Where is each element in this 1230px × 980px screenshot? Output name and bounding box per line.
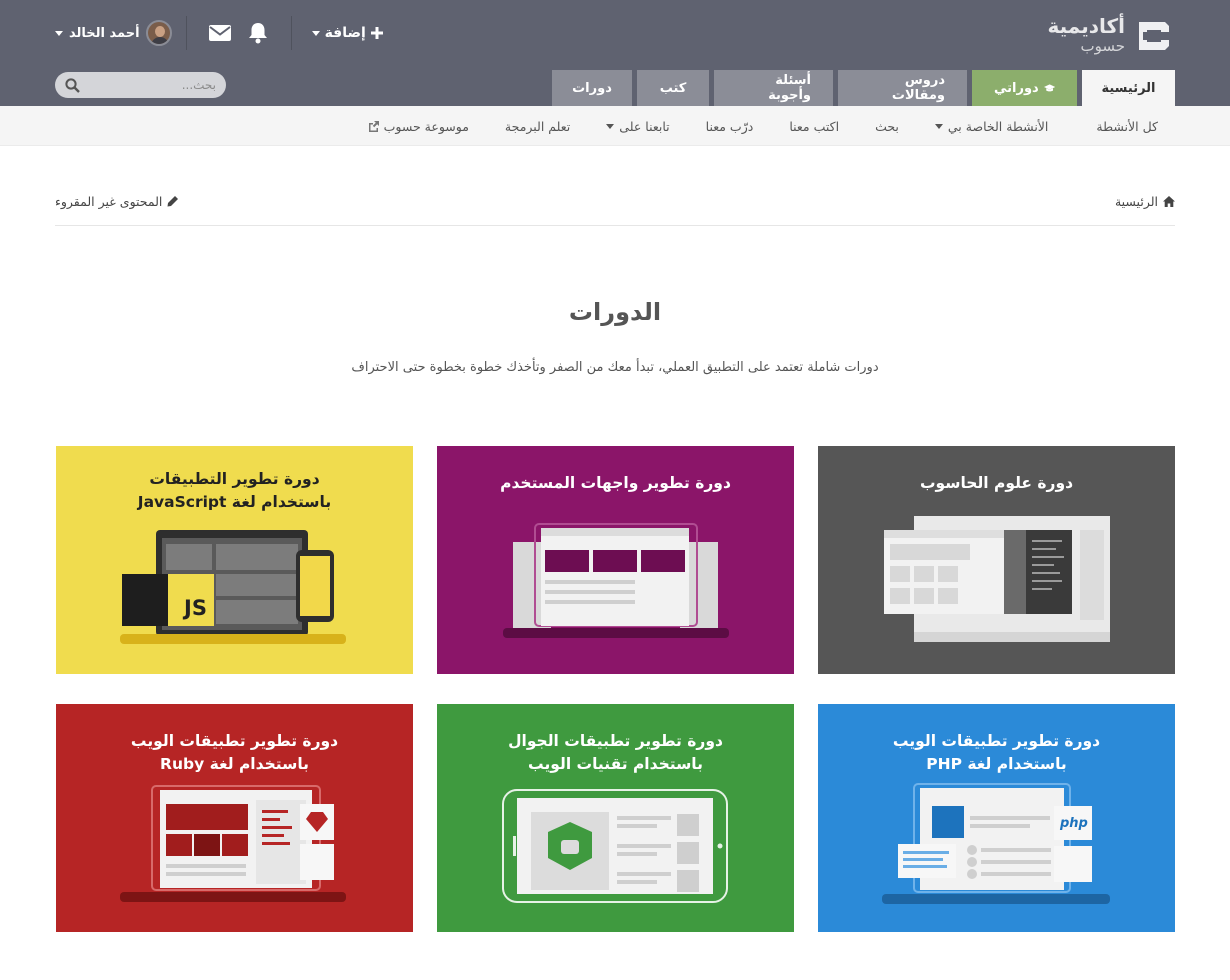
pencil-icon: [167, 196, 179, 207]
course-title: دورة تطوير تطبيقات الويب: [892, 732, 1101, 750]
plus-icon: [370, 27, 383, 39]
chevron-down-icon: [55, 30, 63, 36]
logo-subtitle: حسوب: [1080, 37, 1125, 55]
course-card-mobile[interactable]: دورة تطوير تطبيقات الجوال باستخدام تقنيات…: [437, 704, 794, 932]
page-title: الدورات: [568, 298, 662, 326]
tab-my-courses[interactable]: دوراتي: [972, 70, 1077, 106]
subnav-follow-us[interactable]: تابعنا على: [606, 119, 670, 134]
tab-courses[interactable]: دورات: [552, 70, 632, 106]
logo-title: أكاديمية: [1047, 14, 1125, 38]
top-header: أكاديمية حسوب الرئيسية دوراتي دروس ومقال…: [0, 0, 1230, 106]
breadcrumb[interactable]: الرئيسية: [1115, 194, 1175, 209]
logo-mark-icon: [1139, 22, 1169, 50]
notifications-button[interactable]: [245, 20, 271, 46]
graduation-cap-icon: [1043, 83, 1055, 91]
subnav-write-with-us[interactable]: اكتب معنا: [789, 119, 839, 134]
messages-button[interactable]: [207, 20, 233, 46]
course-title: دورة تطوير واجهات المستخدم: [500, 474, 731, 492]
breadcrumb-home: الرئيسية: [1114, 194, 1158, 209]
course-card-cs[interactable]: دورة علوم الحاسوب: [818, 446, 1175, 674]
chevron-down-icon: [606, 123, 615, 129]
unread-label: المحتوى غير المقروء: [55, 194, 163, 209]
add-menu-button[interactable]: إضافة: [311, 25, 383, 41]
user-name: أحمد الخالد: [69, 25, 140, 41]
subnav-learn-programming[interactable]: تعلم البرمجة: [505, 119, 570, 134]
course-title: دورة علوم الحاسوب: [919, 474, 1074, 492]
envelope-icon: [208, 25, 231, 41]
tab-books[interactable]: كتب: [637, 70, 709, 106]
course-card-php[interactable]: دورة تطوير تطبيقات الويب باستخدام لغة PHP…: [818, 704, 1175, 932]
chevron-down-icon: [934, 123, 943, 129]
php-badge: php: [1060, 816, 1088, 831]
tab-qa[interactable]: أسئلة وأجوبة: [714, 70, 833, 106]
course-title: دورة تطوير تطبيقات الويب: [130, 732, 339, 750]
tab-home[interactable]: الرئيسية: [1082, 70, 1175, 106]
subnav-search[interactable]: بحث: [875, 119, 899, 134]
course-subtitle: باستخدام لغة JavaScript: [137, 493, 332, 511]
user-menu[interactable]: أحمد الخالد: [55, 20, 172, 46]
tab-lessons-articles[interactable]: دروس ومقالات: [838, 70, 967, 106]
avatar: [145, 20, 172, 46]
js-badge: JS: [184, 596, 207, 620]
add-label: إضافة: [324, 25, 366, 41]
course-subtitle: باستخدام لغة Ruby: [160, 755, 309, 773]
home-icon: [1163, 196, 1175, 207]
search-icon[interactable]: [65, 77, 80, 93]
search-box: [55, 72, 226, 98]
secondary-nav: كل الأنشطة الأنشطة الخاصة بي بحث اكتب مع…: [0, 106, 1230, 146]
subnav-train-with-us[interactable]: درّب معنا: [706, 119, 754, 134]
search-input[interactable]: [80, 78, 216, 92]
course-card-ruby[interactable]: دورة تطوير تطبيقات الويب باستخدام لغة Rub…: [56, 704, 413, 932]
breadcrumb-bar: الرئيسية المحتوى غير المقروء: [55, 186, 1175, 226]
subnav-my-activities[interactable]: الأنشطة الخاصة بي: [934, 119, 1048, 134]
course-title: دورة تطوير تطبيقات الجوال: [508, 732, 723, 750]
course-card-frontend[interactable]: دورة تطوير واجهات المستخدم: [437, 446, 794, 674]
course-card-javascript[interactable]: دورة تطوير التطبيقات باستخدام لغة JavaScr…: [56, 446, 413, 674]
main-tabs: الرئيسية دوراتي دروس ومقالات أسئلة وأجوب…: [552, 70, 1175, 106]
course-subtitle: باستخدام تقنيات الويب: [528, 755, 703, 773]
subnav-hsoub-encyclopedia[interactable]: موسوعة حسوب: [368, 119, 469, 134]
course-title: دورة تطوير التطبيقات: [149, 470, 320, 488]
page-description: دورات شاملة تعتمد على التطبيق العملي، تب…: [351, 360, 879, 375]
course-subtitle: باستخدام لغة PHP: [926, 755, 1067, 773]
divider: [185, 16, 187, 50]
user-nav: أحمد الخالد إضافة: [55, 15, 383, 51]
academy-logo[interactable]: أكاديمية حسوب: [1045, 12, 1175, 58]
divider: [290, 16, 292, 50]
bell-icon: [248, 23, 267, 44]
unread-content-link[interactable]: المحتوى غير المقروء: [55, 194, 179, 209]
subnav-all-activities[interactable]: كل الأنشطة: [1096, 119, 1158, 134]
external-link-icon: [368, 120, 379, 132]
chevron-down-icon: [311, 30, 320, 36]
